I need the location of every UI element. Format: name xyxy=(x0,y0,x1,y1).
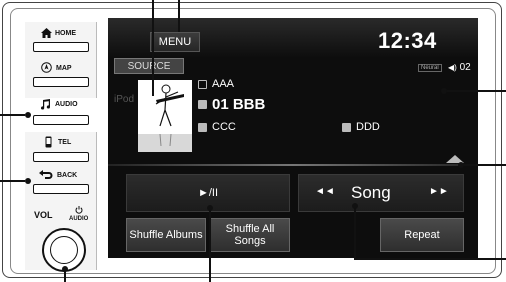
power-icon xyxy=(69,206,88,216)
vol-label: VOL xyxy=(34,210,53,220)
back-label: BACK xyxy=(57,172,78,179)
audio-screen: MENU 12:34 SOURCE iPod Neural ◀) 02 AAA … xyxy=(108,18,478,258)
leader-dot-knob xyxy=(62,266,68,272)
leader-dot-track-info xyxy=(441,88,447,94)
hardware-panel: HOME MAP AUDIO TEL BACK VOL AUDIO xyxy=(25,22,97,272)
leader-back xyxy=(0,180,25,182)
tel-label: TEL xyxy=(58,139,72,146)
title-row: 01 BBB xyxy=(198,96,265,113)
leader-playpause xyxy=(209,208,211,282)
artist-icon xyxy=(198,79,207,89)
genre-row: DDD xyxy=(342,121,380,133)
home-button[interactable] xyxy=(33,42,89,52)
leader-dot-playpause xyxy=(207,205,213,211)
leader-dot-song xyxy=(352,203,358,209)
genre-icon xyxy=(342,122,351,132)
map-label: MAP xyxy=(56,65,72,72)
song-mode-bar: ◄◄ Song ►► xyxy=(298,174,464,212)
back-arrow-icon xyxy=(39,170,53,182)
album-art xyxy=(138,80,192,152)
skip-back-button[interactable]: ◄◄ xyxy=(315,186,335,197)
shuffle-all-songs-button[interactable]: Shuffle All Songs xyxy=(210,218,290,252)
vol-audio-label: AUDIO xyxy=(69,216,89,222)
source-button[interactable]: SOURCE xyxy=(114,58,184,74)
leader-song xyxy=(354,206,356,260)
ipod-label: iPod xyxy=(114,94,135,105)
neural-badge: Neural xyxy=(418,64,442,72)
phone-icon xyxy=(45,136,52,151)
skip-forward-button[interactable]: ►► xyxy=(429,186,449,197)
clock: 12:34 xyxy=(378,28,437,53)
audio-button[interactable] xyxy=(33,115,89,125)
artist-name: AAA xyxy=(212,78,235,90)
leader-audio xyxy=(0,114,25,116)
back-button[interactable] xyxy=(33,184,89,194)
shuffle-albums-button[interactable]: Shuffle Albums xyxy=(126,218,206,252)
repeat-button[interactable]: Repeat xyxy=(380,218,464,252)
genre-name: DDD xyxy=(356,121,380,133)
volume-indicator: ◀) 02 xyxy=(448,62,471,73)
divider xyxy=(108,164,478,166)
home-label: HOME xyxy=(55,30,76,37)
album-icon xyxy=(198,122,207,132)
album-name: CCC xyxy=(212,121,236,133)
power-audio-label-group: AUDIO xyxy=(69,206,88,222)
map-icon xyxy=(41,62,52,76)
music-note-icon xyxy=(40,99,51,113)
song-icon xyxy=(198,100,207,109)
tel-button[interactable] xyxy=(33,152,89,162)
audio-label: AUDIO xyxy=(55,101,78,108)
track-title: 01 BBB xyxy=(212,96,266,113)
menu-button[interactable]: MENU xyxy=(150,32,200,52)
album-row: CCC xyxy=(198,121,236,133)
leader-song-h xyxy=(354,258,506,260)
leader-menu xyxy=(178,0,180,32)
leader-dot-chevron xyxy=(458,162,464,168)
audio-button-group: AUDIO xyxy=(25,98,97,132)
speaker-icon: ◀) xyxy=(448,63,457,72)
leader-dot-audio xyxy=(25,112,31,118)
leader-chevron xyxy=(462,164,506,166)
volume-level: 02 xyxy=(459,62,471,73)
album-art-image xyxy=(138,80,192,152)
control-row: ►/II ◄◄ Song ►► xyxy=(108,174,478,216)
volume-knob-inner xyxy=(50,236,78,264)
leader-album-art xyxy=(152,0,154,96)
leader-track-info xyxy=(446,90,506,92)
leader-dot-back xyxy=(25,178,31,184)
artist-row: AAA xyxy=(198,78,234,90)
map-button[interactable] xyxy=(33,77,89,87)
song-mode-label[interactable]: Song xyxy=(351,183,391,203)
home-icon xyxy=(41,28,52,41)
